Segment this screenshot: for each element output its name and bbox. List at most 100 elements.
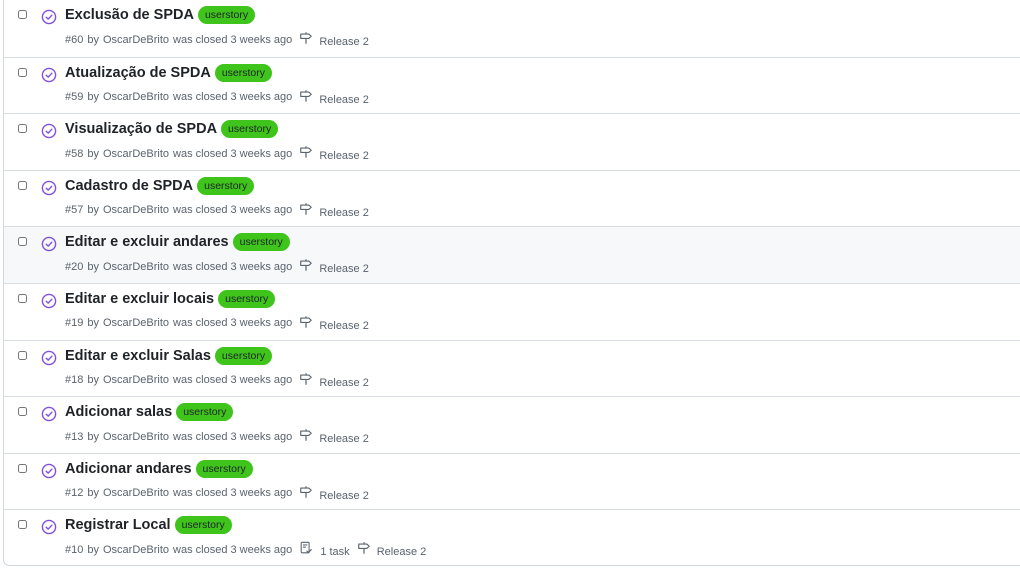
issue-select-checkbox[interactable] [18,407,27,417]
issue-closed-icon [41,123,57,139]
issue-author-link[interactable]: OscarDeBrito [103,91,169,103]
issue-row[interactable]: Editar e excluir locais userstory #19 by… [4,282,1020,340]
label-userstory[interactable]: userstory [174,516,232,535]
by-text: by [87,147,99,160]
issue-number: #57 [65,204,84,217]
issue-title-link[interactable]: Editar e excluir locais [65,291,214,307]
by-text: by [87,317,99,330]
issue-author-link[interactable]: OscarDeBrito [103,431,169,443]
issue-row[interactable]: Exclusão de SPDA userstory #60 by OscarD… [4,0,1020,57]
by-text: by [87,374,99,387]
issue-row[interactable]: Editar e excluir Salas userstory #18 by … [4,339,1020,397]
issue-author-link[interactable]: OscarDeBrito [103,148,169,160]
issue-number: #18 [65,374,84,387]
issue-select-checkbox[interactable] [18,350,27,360]
label-userstory[interactable]: userstory [197,6,256,24]
milestone-link[interactable]: Release 2 [299,485,369,502]
milestone-link[interactable]: Release 2 [299,258,369,275]
issue-author-link[interactable]: OscarDeBrito [103,204,169,216]
issue-meta: #19 by OscarDeBrito was closed 3 weeks a… [65,315,369,332]
milestone-link[interactable]: Release 2 [299,89,369,106]
milestone-link[interactable]: Release 2 [299,428,369,445]
issue-row[interactable]: Visualização de SPDA userstory #58 by Os… [4,113,1020,170]
issue-closed-icon [41,463,57,479]
issue-meta: #59 by OscarDeBrito was closed 3 weeks a… [65,89,369,106]
label-userstory[interactable]: userstory [221,120,279,139]
issue-title-link[interactable]: Editar e excluir Salas [65,348,211,364]
label-userstory[interactable]: userstory [197,176,255,195]
issue-row[interactable]: Registrar Local userstory #10 by OscarDe… [4,509,1020,566]
issue-title-line: Atualização de SPDA userstory [65,63,273,82]
issue-number: #19 [65,317,84,330]
issue-row[interactable]: Cadastro de SPDA userstory #57 by OscarD… [4,169,1020,227]
milestone-icon [300,486,313,498]
label-userstory[interactable]: userstory [214,346,273,365]
issue-title-line: Adicionar salas userstory [65,403,234,422]
issue-row[interactable]: Atualização de SPDA userstory #59 by Osc… [4,56,1020,114]
milestone-link[interactable]: Release 2 [299,315,369,332]
issue-row[interactable]: Adicionar andares userstory #12 by Oscar… [4,452,1020,510]
issue-row[interactable]: Adicionar salas userstory #13 by OscarDe… [4,396,1020,453]
by-text: by [87,260,99,273]
issue-select-checkbox[interactable] [18,293,27,303]
issue-author-link[interactable]: OscarDeBrito [103,374,169,386]
milestone-name: Release 2 [319,489,369,502]
milestone-link[interactable]: Release 2 [357,541,426,558]
issue-title-link[interactable]: Visualização de SPDA [65,121,217,137]
issue-select-checkbox[interactable] [18,463,27,473]
issue-meta: #20 by OscarDeBrito was closed 3 weeks a… [65,258,369,275]
milestone-icon [300,372,313,385]
issue-status-text: was closed 3 weeks ago [173,204,293,217]
milestone-name: Release 2 [319,433,369,446]
task-progress[interactable]: 1 task [299,541,350,558]
milestone-name: Release 2 [319,319,369,332]
issue-status-text: was closed 3 weeks ago [173,430,293,443]
issue-number: #58 [65,147,84,160]
by-text: by [87,33,99,46]
issue-title-line: Editar e excluir Salas userstory [65,346,273,365]
issue-status-text: was closed 3 weeks ago [173,33,293,46]
issue-row[interactable]: Editar e excluir andares userstory #20 b… [4,226,1020,283]
issue-author-link[interactable]: OscarDeBrito [103,317,169,329]
issue-title-link[interactable]: Cadastro de SPDA [65,178,193,194]
milestone-icon [300,429,313,441]
label-userstory[interactable]: userstory [176,403,234,422]
issue-select-checkbox[interactable] [18,237,27,247]
milestone-link[interactable]: Release 2 [299,31,369,48]
issue-select-checkbox[interactable] [18,520,27,530]
issue-title-link[interactable]: Editar e excluir andares [65,234,229,250]
issue-author-link[interactable]: OscarDeBrito [103,487,169,499]
issue-select-checkbox[interactable] [18,180,27,190]
issue-select-checkbox[interactable] [18,10,27,19]
issue-select-checkbox[interactable] [18,67,27,77]
issue-meta: #13 by OscarDeBrito was closed 3 weeks a… [65,428,369,445]
milestone-icon [300,32,313,44]
milestone-name: Release 2 [319,206,369,219]
milestone-name: Release 2 [319,376,369,389]
label-userstory[interactable]: userstory [195,459,253,478]
issue-title-link[interactable]: Exclusão de SPDA [65,7,194,23]
issue-author-link[interactable]: OscarDeBrito [103,34,169,46]
issue-title-link[interactable]: Registrar Local [65,517,171,533]
issue-title-link[interactable]: Adicionar andares [65,461,192,477]
issue-list: Exclusão de SPDA userstory #60 by OscarD… [3,0,1020,566]
issue-title-line: Editar e excluir locais userstory [65,289,276,308]
issue-meta: #18 by OscarDeBrito was closed 3 weeks a… [65,372,369,389]
issue-closed-icon [41,9,57,25]
label-userstory[interactable]: userstory [218,289,276,308]
milestone-icon [300,146,313,158]
milestone-link[interactable]: Release 2 [299,145,369,162]
issue-title-link[interactable]: Atualização de SPDA [65,65,211,81]
milestone-link[interactable]: Release 2 [299,372,369,389]
issue-select-checkbox[interactable] [18,124,27,134]
by-text: by [87,204,99,217]
label-userstory[interactable]: userstory [214,63,273,82]
issue-status-text: was closed 3 weeks ago [173,317,293,330]
issue-title-link[interactable]: Adicionar salas [65,404,172,420]
label-userstory[interactable]: userstory [232,233,290,252]
issue-author-link[interactable]: OscarDeBrito [103,261,169,273]
milestone-link[interactable]: Release 2 [299,202,369,219]
issue-meta: #10 by OscarDeBrito was closed 3 weeks a… [65,541,426,558]
issue-author-link[interactable]: OscarDeBrito [103,544,169,556]
issue-meta: #60 by OscarDeBrito was closed 3 weeks a… [65,31,369,48]
